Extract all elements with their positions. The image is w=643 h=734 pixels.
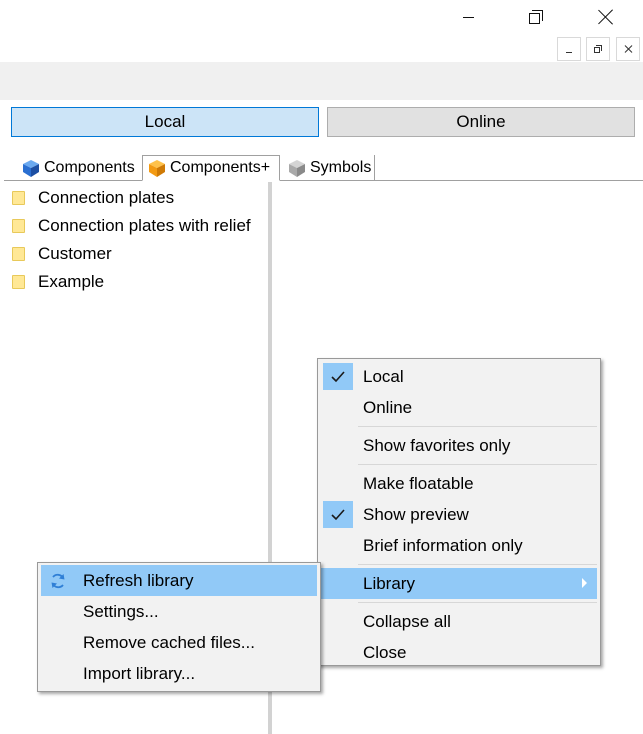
tree-item-label: Customer	[38, 244, 112, 263]
cube-grey-icon	[289, 160, 305, 177]
menu-item-show-favorites-only[interactable]: Show favorites only	[321, 430, 597, 461]
tree-item[interactable]: Customer	[10, 240, 268, 268]
minimize-icon	[566, 51, 572, 53]
tree-item-label: Connection plates with relief	[38, 216, 251, 235]
menu-item-online[interactable]: Online	[321, 392, 597, 423]
submenu-arrow-icon	[582, 578, 587, 588]
close-icon	[624, 45, 632, 53]
cube-blue-icon	[23, 160, 39, 177]
menu-item-import-library[interactable]: Import library...	[41, 658, 317, 689]
tree-item[interactable]: Connection plates with relief	[10, 212, 268, 240]
tree-item-label: Example	[38, 272, 105, 291]
menu-separator	[358, 464, 597, 465]
menu-item-refresh-library[interactable]: Refresh library	[41, 565, 317, 596]
folder-icon	[12, 191, 25, 205]
tab-label: Components	[44, 159, 135, 176]
close-icon	[598, 9, 614, 25]
menu-separator	[358, 426, 597, 427]
menu-item-show-preview[interactable]: Show preview	[321, 499, 597, 530]
menu-item-label: Library	[363, 573, 415, 593]
menu-item-remove-cached-files[interactable]: Remove cached files...	[41, 627, 317, 658]
folder-icon	[12, 219, 25, 233]
window-close-button[interactable]	[583, 0, 629, 34]
tree-item-label: Connection plates	[38, 188, 175, 207]
toolbar-band	[0, 62, 643, 100]
menu-separator	[358, 602, 597, 603]
local-toggle-button[interactable]: Local	[11, 107, 319, 137]
menu-item-make-floatable[interactable]: Make floatable	[321, 468, 597, 499]
menu-item-local[interactable]: Local	[321, 361, 597, 392]
menu-item-label: Refresh library	[83, 570, 194, 590]
mdi-minimize-button[interactable]	[557, 37, 581, 61]
restore-icon	[594, 45, 602, 53]
tree-item[interactable]: Connection plates	[10, 184, 268, 212]
online-toggle-button[interactable]: Online	[327, 107, 635, 137]
refresh-icon	[51, 573, 65, 589]
tree-item[interactable]: Example	[10, 268, 268, 296]
folder-icon	[12, 247, 25, 261]
menu-item-collapse-all[interactable]: Collapse all	[321, 606, 597, 637]
library-tree: Connection plates Connection plates with…	[10, 184, 268, 296]
menu-item-brief-information-only[interactable]: Brief information only	[321, 530, 597, 561]
mdi-close-button[interactable]	[616, 37, 640, 61]
window-caption	[0, 0, 643, 62]
menu-item-label: Brief information only	[363, 535, 523, 555]
menu-item-label: Online	[363, 397, 413, 417]
menu-item-settings[interactable]: Settings...	[41, 596, 317, 627]
menu-item-close[interactable]: Close	[321, 637, 597, 668]
menu-separator	[358, 564, 597, 565]
minimize-icon	[462, 16, 474, 18]
menu-item-label: Make floatable	[363, 473, 474, 493]
menu-item-label: Import library...	[83, 663, 196, 683]
tab-label: Symbols	[310, 159, 372, 176]
menu-item-label: Remove cached files...	[83, 632, 255, 652]
folder-icon	[12, 275, 25, 289]
context-menu: Local Online Show favorites only Make fl…	[317, 358, 601, 666]
menu-item-label: Settings...	[83, 601, 159, 621]
tab-components-plus[interactable]: Components+	[142, 155, 280, 181]
checkmark-icon	[323, 501, 353, 528]
restore-icon	[529, 10, 543, 24]
tab-label: Components+	[170, 159, 271, 176]
menu-item-label: Show preview	[363, 504, 469, 524]
checkmark-icon	[323, 363, 353, 390]
menu-item-label: Show favorites only	[363, 435, 511, 455]
mdi-restore-button[interactable]	[586, 37, 610, 61]
window-maximize-button[interactable]	[513, 0, 559, 34]
tab-components[interactable]: Components	[17, 155, 141, 181]
menu-item-label: Local	[363, 366, 404, 386]
menu-item-library[interactable]: Library	[321, 568, 597, 599]
cube-orange-icon	[149, 160, 165, 177]
window-minimize-button[interactable]	[445, 0, 491, 34]
menu-item-label: Collapse all	[363, 611, 451, 631]
menu-item-label: Close	[363, 642, 407, 662]
tab-symbols[interactable]: Symbols	[283, 155, 375, 181]
library-submenu: Refresh library Settings... Remove cache…	[37, 562, 321, 692]
